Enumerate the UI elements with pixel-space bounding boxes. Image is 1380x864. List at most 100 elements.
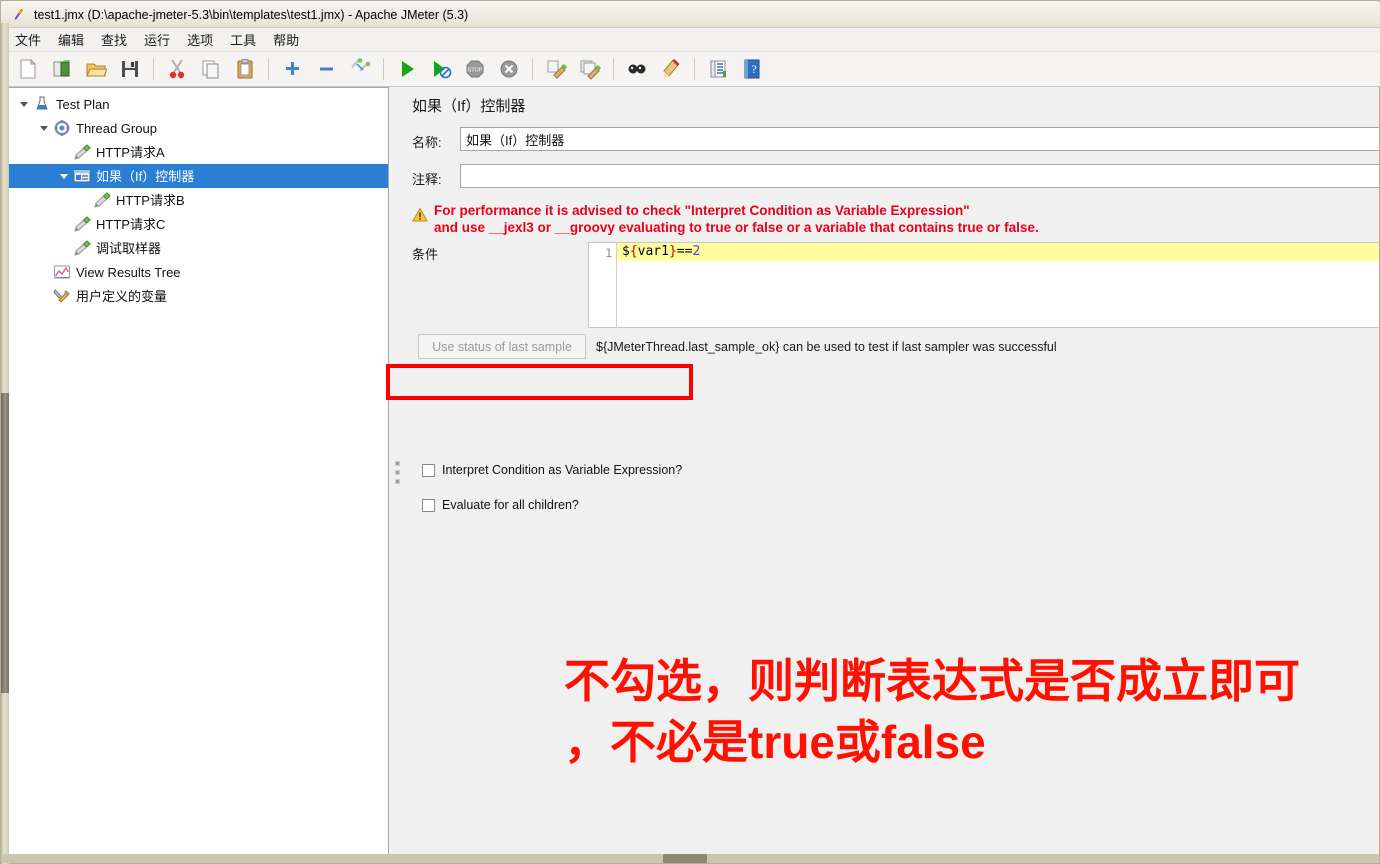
outer-horizontal-scrollbar[interactable] <box>3 854 1379 863</box>
outer-left-edge-scrollbar <box>1 393 9 693</box>
toolbar-separator <box>613 58 614 80</box>
user-variables-icon <box>52 287 72 305</box>
stop-icon[interactable]: STOP <box>459 53 491 85</box>
search-icon[interactable] <box>621 53 653 85</box>
tree-node-if-controller[interactable]: 如果（If）控制器 <box>8 164 388 188</box>
shutdown-icon[interactable] <box>493 53 525 85</box>
menu-tools[interactable]: 工具 <box>223 28 263 51</box>
menu-bar[interactable]: 文件 编辑 查找 运行 选项 工具 帮助 <box>2 28 1380 52</box>
code-token-open-brace: { <box>629 244 638 259</box>
toolbar-separator <box>383 58 384 80</box>
interpret-condition-checkbox-row[interactable]: Interpret Condition as Variable Expressi… <box>422 463 682 477</box>
clear-all-icon[interactable] <box>574 53 606 85</box>
help-icon[interactable]: ? <box>736 53 768 85</box>
toolbar-separator <box>532 58 533 80</box>
collapse-all-icon[interactable] <box>310 53 342 85</box>
test-plan-tree-panel[interactable]: Test Plan Thread Group HTTP请求A 如果（If）控制器… <box>7 87 389 857</box>
evaluate-all-children-checkbox[interactable] <box>422 498 435 512</box>
toolbar: STOP ? <box>2 52 1380 87</box>
warning-line-2: and use __jexl3 or __groovy evaluating t… <box>434 220 1039 235</box>
menu-help[interactable]: 帮助 <box>266 28 306 51</box>
tree-node-test-plan[interactable]: Test Plan <box>8 92 388 116</box>
scrollbar-thumb[interactable] <box>663 854 707 863</box>
last-sample-hint: ${JMeterThread.last_sample_ok} can be us… <box>596 340 1057 354</box>
title-bar: test1.jmx (D:\apache-jmeter-5.3\bin\temp… <box>2 2 1380 28</box>
name-input[interactable]: 如果（If）控制器 <box>460 127 1379 151</box>
code-token-operator: == <box>676 244 693 259</box>
main-content-area: Test Plan Thread Group HTTP请求A 如果（If）控制器… <box>7 87 1379 857</box>
function-helper-icon[interactable] <box>702 53 734 85</box>
toolbar-separator <box>268 58 269 80</box>
jmeter-application-window: test1.jmx (D:\apache-jmeter-5.3\bin\temp… <box>0 0 1380 864</box>
tree-node-label: Test Plan <box>56 96 110 112</box>
tree-node-label: 用户定义的变量 <box>76 288 168 304</box>
chevron-down-icon[interactable] <box>16 96 32 112</box>
menu-options[interactable]: 选项 <box>180 28 220 51</box>
tree-node-label: 调试取样器 <box>96 240 162 256</box>
tree-node-view-results-tree[interactable]: View Results Tree <box>8 260 388 284</box>
evaluate-all-children-label: Evaluate for all children? <box>442 498 579 512</box>
interpret-condition-label: Interpret Condition as Variable Expressi… <box>442 463 683 477</box>
copy-icon[interactable] <box>195 53 227 85</box>
code-token-number: 2 <box>692 244 701 259</box>
expand-all-icon[interactable] <box>276 53 308 85</box>
open-icon[interactable] <box>80 53 112 85</box>
tree-node-label: HTTP请求A <box>96 144 165 160</box>
toggle-icon[interactable] <box>344 53 376 85</box>
view-results-tree-icon <box>52 263 72 281</box>
code-line-1[interactable]: ${var1}==2 <box>617 243 1379 261</box>
paste-icon[interactable] <box>229 53 261 85</box>
test-plan-tree[interactable]: Test Plan Thread Group HTTP请求A 如果（If）控制器… <box>8 88 388 308</box>
svg-text:?: ? <box>751 62 756 76</box>
splitter-dot <box>394 469 400 475</box>
tree-node-label: 如果（If）控制器 <box>96 168 195 184</box>
code-body[interactable]: ${var1}==2 <box>617 243 1379 327</box>
debug-sampler-icon <box>72 239 92 257</box>
http-sampler-icon <box>72 143 92 161</box>
toolbar-separator <box>153 58 154 80</box>
splitter-dot <box>394 460 400 466</box>
menu-edit[interactable]: 编辑 <box>51 28 91 51</box>
condition-code-editor[interactable]: 1 ${var1}==2 <box>588 242 1379 328</box>
annotation-line-1: 不勾选，则判断表达式是否成立即可 <box>564 655 1300 707</box>
splitter-dot <box>394 478 400 484</box>
chevron-down-icon[interactable] <box>56 168 72 184</box>
tree-node-user-defined-variables[interactable]: 用户定义的变量 <box>8 284 388 308</box>
new-icon[interactable] <box>12 53 44 85</box>
comment-label: 注释: <box>412 172 442 187</box>
tree-node-label: HTTP请求C <box>96 216 166 232</box>
cut-icon[interactable] <box>161 53 193 85</box>
start-icon[interactable] <box>391 53 423 85</box>
reset-search-icon[interactable] <box>655 53 687 85</box>
code-token-dollar: $ <box>622 244 630 259</box>
clear-icon[interactable] <box>540 53 572 85</box>
toolbar-separator <box>694 58 695 80</box>
tree-node-http-request-c[interactable]: HTTP请求C <box>8 212 388 236</box>
menu-file[interactable]: 文件 <box>8 28 48 51</box>
svg-text:STOP: STOP <box>468 68 483 74</box>
comment-input[interactable] <box>460 164 1379 188</box>
chevron-down-icon[interactable] <box>36 120 52 136</box>
pane-splitter[interactable] <box>390 87 404 857</box>
save-icon[interactable] <box>114 53 146 85</box>
warning-line-1: For performance it is advised to check "… <box>434 203 970 218</box>
start-no-timers-icon[interactable] <box>425 53 457 85</box>
if-controller-editor-panel: 如果（If）控制器 名称: 如果（If）控制器 注释: For performa… <box>404 87 1379 857</box>
http-sampler-icon <box>72 215 92 233</box>
use-status-of-last-sample-button[interactable]: Use status of last sample <box>418 334 586 359</box>
tree-node-http-request-b[interactable]: HTTP请求B <box>8 188 388 212</box>
tree-node-thread-group[interactable]: Thread Group <box>8 116 388 140</box>
tree-node-http-request-a[interactable]: HTTP请求A <box>8 140 388 164</box>
tree-node-debug-sampler[interactable]: 调试取样器 <box>8 236 388 260</box>
menu-run[interactable]: 运行 <box>137 28 177 51</box>
templates-icon[interactable] <box>46 53 78 85</box>
menu-search[interactable]: 查找 <box>94 28 134 51</box>
annotation-line-2: ，不必是true或false <box>564 716 986 768</box>
interpret-condition-checkbox[interactable] <box>422 463 435 477</box>
window-title: test1.jmx (D:\apache-jmeter-5.3\bin\temp… <box>34 7 469 22</box>
evaluate-all-children-checkbox-row[interactable]: Evaluate for all children? <box>422 498 579 512</box>
